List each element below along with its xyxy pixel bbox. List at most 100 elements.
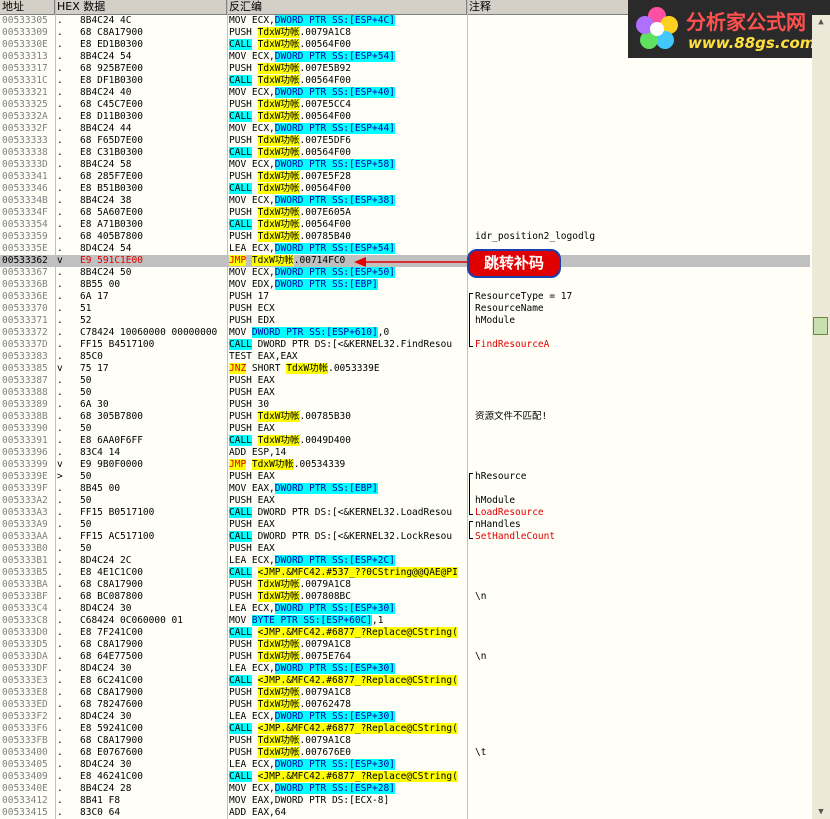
column-header-address[interactable]: 地址: [0, 0, 55, 14]
row-disassembly: PUSH TdxW功帐.007E5F28: [229, 171, 351, 182]
row-address: 00533383: [2, 351, 48, 362]
instruction-row[interactable]: 005333F6. E8 59241C00 CALL <JMP.&MFC42.#68…: [0, 723, 810, 735]
instruction-row[interactable]: 00533346. E8 B51B0300 CALL TdxW功帐.00564F00: [0, 183, 810, 195]
row-disassembly: PUSH TdxW功帐.007808BC: [229, 591, 351, 602]
instruction-row[interactable]: 005333A9. 50 PUSH EAX nHandles: [0, 519, 810, 531]
row-jump-marker: .: [57, 63, 63, 74]
instruction-row[interactable]: 00533390. 50 PUSH EAX: [0, 423, 810, 435]
instruction-row[interactable]: 0053331C. E8 DF1B0300 CALL TdxW功帐.00564F00: [0, 75, 810, 87]
row-address: 0053332F: [2, 123, 48, 134]
instruction-row[interactable]: 00533333. 68 F65D7E00 PUSH TdxW功帐.007E5DF6: [0, 135, 810, 147]
instruction-row[interactable]: 00533391. E8 6AA0F6FF CALL TdxW功帐.0049D400: [0, 435, 810, 447]
column-header-disassembly[interactable]: 反汇编: [227, 0, 467, 14]
instruction-row[interactable]: 005333DA. 68 64E77500 PUSH TdxW功帐.0075E764…: [0, 651, 810, 663]
scroll-up-icon[interactable]: ▲: [812, 15, 830, 29]
scrollbar-thumb[interactable]: [813, 317, 828, 335]
instruction-row[interactable]: 005333E8. 68 C8A17900 PUSH TdxW功帐.0079A1C8: [0, 687, 810, 699]
row-hex-bytes: 68 C8A17900: [80, 27, 143, 38]
instruction-row[interactable]: 005333BF. 68 BC087800 PUSH TdxW功帐.007808BC…: [0, 591, 810, 603]
row-hex-bytes: 8B4C24 4C: [80, 15, 132, 26]
row-disassembly: LEA ECX,DWORD PTR SS:[ESP+2C]: [229, 555, 395, 566]
instruction-row[interactable]: 0053339E >50 PUSH EAX hResource: [0, 471, 810, 483]
row-address: 00533372: [2, 327, 48, 338]
row-address: 005333C8: [2, 615, 48, 626]
row-jump-marker: .: [57, 15, 63, 26]
instruction-row[interactable]: 005333E3. E8 6C241C00 CALL <JMP.&MFC42.#68…: [0, 675, 810, 687]
instruction-row[interactable]: 00533400. 68 E0767600 PUSH TdxW功帐.007676E0…: [0, 747, 810, 759]
instruction-row[interactable]: 00533385 v 75 17 JNZ SHORT TdxW功帐.0053339E: [0, 363, 810, 375]
row-disassembly: MOV DWORD PTR SS:[ESP+610],0: [229, 327, 390, 338]
instruction-row[interactable]: 00533338. E8 C31B0300 CALL TdxW功帐.00564F00: [0, 147, 810, 159]
instruction-row[interactable]: 0053332A. E8 D11B0300 CALL TdxW功帐.00564F00: [0, 111, 810, 123]
instruction-row[interactable]: 00533399 v E9 9B0F0000 JMP TdxW功帐.00534339: [0, 459, 810, 471]
row-jump-marker: .: [57, 135, 63, 146]
instruction-row[interactable]: 00533412. 8B41 F8 MOV EAX,DWORD PTR DS:[EC…: [0, 795, 810, 807]
instruction-row[interactable]: 0053339F. 8B45 00 MOV EAX,DWORD PTR SS:[EB…: [0, 483, 810, 495]
row-comment: hModule: [475, 495, 516, 506]
row-hex-bytes: E8 4E1C1C00: [80, 567, 143, 578]
instruction-row[interactable]: 00533396. 83C4 14 ADD ESP,14: [0, 447, 810, 459]
row-comment: idr_position2_logodlg: [475, 231, 596, 242]
instruction-row[interactable]: 005333F2. 8D4C24 30 LEA ECX,DWORD PTR SS:[…: [0, 711, 810, 723]
instruction-row[interactable]: 00533317. 68 925B7E00 PUSH TdxW功帐.007E5B92: [0, 63, 810, 75]
row-address: 005333F6: [2, 723, 48, 734]
vertical-scrollbar[interactable]: ▲ ▼: [812, 15, 830, 819]
instruction-row[interactable]: 0053332F. 8B4C24 44 MOV ECX,DWORD PTR SS:[…: [0, 123, 810, 135]
instruction-row[interactable]: 005333A2. 50 PUSH EAX hModule: [0, 495, 810, 507]
instruction-row[interactable]: 005333FB. 68 C8A17900 PUSH TdxW功帐.0079A1C8: [0, 735, 810, 747]
row-jump-marker: .: [57, 375, 63, 386]
instruction-row[interactable]: 005333D5. 68 C8A17900 PUSH TdxW功帐.0079A1C8: [0, 639, 810, 651]
instruction-row[interactable]: 0053334F. 68 5A607E00 PUSH TdxW功帐.007E605A: [0, 207, 810, 219]
instruction-row[interactable]: 0053337D. FF15 B4517100 CALL DWORD PTR DS:…: [0, 339, 810, 351]
instruction-row[interactable]: 00533354. E8 A71B0300 CALL TdxW功帐.00564F00: [0, 219, 810, 231]
instruction-row[interactable]: 005333BA. 68 C8A17900 PUSH TdxW功帐.0079A1C8: [0, 579, 810, 591]
instruction-row[interactable]: 00533341. 68 285F7E00 PUSH TdxW功帐.007E5F28: [0, 171, 810, 183]
instruction-row[interactable]: 0053334B. 8B4C24 38 MOV ECX,DWORD PTR SS:[…: [0, 195, 810, 207]
instruction-row[interactable]: 00533321. 8B4C24 40 MOV ECX,DWORD PTR SS:[…: [0, 87, 810, 99]
row-address: 005333A3: [2, 507, 48, 518]
instruction-row[interactable]: 00533359. 68 405B7800 PUSH TdxW功帐.00785B40…: [0, 231, 810, 243]
instruction-row[interactable]: 00533372. C78424 10060000 00000000 MOV DWO…: [0, 327, 810, 339]
row-jump-marker: .: [57, 123, 63, 134]
instruction-row[interactable]: 0053336E. 6A 17 PUSH 17 ResourceType = 17: [0, 291, 810, 303]
instruction-row[interactable]: 005333B5. E8 4E1C1C00 CALL <JMP.&MFC42.#53…: [0, 567, 810, 579]
instruction-row[interactable]: 005333A3. FF15 B0517100 CALL DWORD PTR DS:…: [0, 507, 810, 519]
row-address: 0053336B: [2, 279, 48, 290]
instruction-row[interactable]: 00533389. 6A 30 PUSH 30: [0, 399, 810, 411]
instruction-row[interactable]: 00533409. E8 46241C00 CALL <JMP.&MFC42.#68…: [0, 771, 810, 783]
instruction-row[interactable]: 0053335E. 8D4C24 54 LEA ECX,DWORD PTR SS:[…: [0, 243, 810, 255]
row-address: 005333DF: [2, 663, 48, 674]
row-jump-marker: .: [57, 327, 63, 338]
instruction-row[interactable]: 00533370. 51 PUSH ECX ResourceName: [0, 303, 810, 315]
disassembly-listing[interactable]: 00533305. 8B4C24 4C MOV ECX,DWORD PTR SS:[…: [0, 15, 810, 819]
instruction-row[interactable]: 0053338B. 68 305B7800 PUSH TdxW功帐.00785B30…: [0, 411, 810, 423]
instruction-row[interactable]: 0053340E. 8B4C24 28 MOV ECX,DWORD PTR SS:[…: [0, 783, 810, 795]
instruction-row[interactable]: 00533325. 68 C45C7E00 PUSH TdxW功帐.007E5CC4: [0, 99, 810, 111]
instruction-row[interactable]: 00533371. 52 PUSH EDX hModule: [0, 315, 810, 327]
instruction-row[interactable]: 00533388. 50 PUSH EAX: [0, 387, 810, 399]
row-address: 005333F2: [2, 711, 48, 722]
instruction-row[interactable]: 005333B1. 8D4C24 2C LEA ECX,DWORD PTR SS:[…: [0, 555, 810, 567]
instruction-row[interactable]: 00533405. 8D4C24 30 LEA ECX,DWORD PTR SS:[…: [0, 759, 810, 771]
row-comment: LoadResource: [475, 507, 544, 518]
logo-url: www.88gs.com: [688, 34, 816, 52]
row-comment: \n: [475, 591, 487, 602]
instruction-row[interactable]: 005333DF. 8D4C24 30 LEA ECX,DWORD PTR SS:[…: [0, 663, 810, 675]
row-address: 00533389: [2, 399, 48, 410]
scroll-down-icon[interactable]: ▼: [812, 805, 830, 819]
instruction-row[interactable]: 005333ED. 68 78247600 PUSH TdxW功帐.00762478: [0, 699, 810, 711]
instruction-row[interactable]: 005333C8. C68424 0C060000 01 MOV BYTE PTR …: [0, 615, 810, 627]
row-hex-bytes: 50: [80, 387, 92, 398]
instruction-row[interactable]: 005333B0. 50 PUSH EAX: [0, 543, 810, 555]
column-header-hex[interactable]: HEX 数据: [55, 0, 227, 14]
row-address: 00533405: [2, 759, 48, 770]
row-address: 005333E3: [2, 675, 48, 686]
instruction-row[interactable]: 00533415. 83C0 64 ADD EAX,64: [0, 807, 810, 819]
instruction-row[interactable]: 0053333D. 8B4C24 58 MOV ECX,DWORD PTR SS:[…: [0, 159, 810, 171]
instruction-row[interactable]: 005333AA. FF15 AC517100 CALL DWORD PTR DS:…: [0, 531, 810, 543]
instruction-row[interactable]: 00533387. 50 PUSH EAX: [0, 375, 810, 387]
instruction-row[interactable]: 0053336B. 8B55 00 MOV EDX,DWORD PTR SS:[EB…: [0, 279, 810, 291]
instruction-row[interactable]: 005333D0. E8 7F241C00 CALL <JMP.&MFC42.#68…: [0, 627, 810, 639]
instruction-row[interactable]: 005333C4. 8D4C24 30 LEA ECX,DWORD PTR SS:[…: [0, 603, 810, 615]
instruction-row[interactable]: 00533383. 85C0 TEST EAX,EAX: [0, 351, 810, 363]
